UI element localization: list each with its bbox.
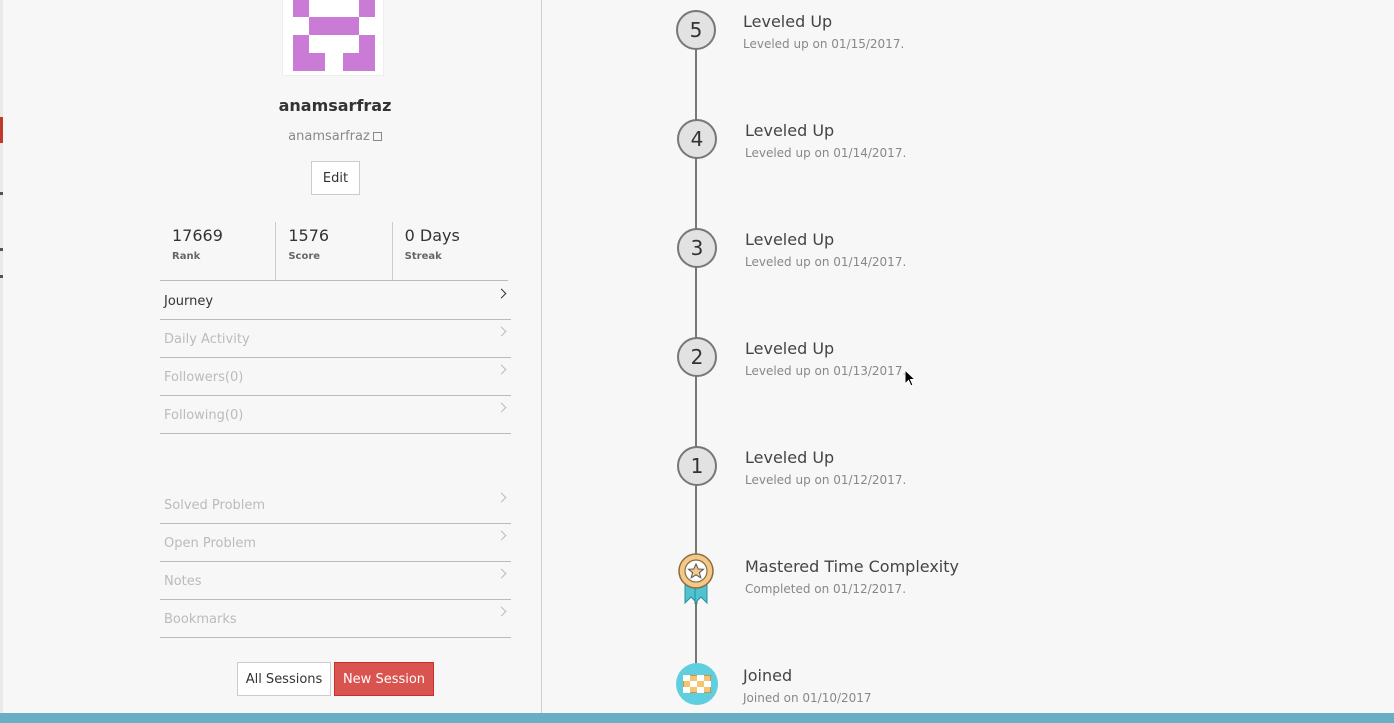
stat-score: 1576 Score [275,222,391,280]
stat-label: Rank [172,251,201,262]
timeline-event-subtitle: Leveled up on 01/14/2017. [745,146,907,160]
menu-item-followers[interactable]: Followers(0) [160,358,511,396]
menu-item-journey[interactable]: Journey [160,282,511,320]
timeline-event-subtitle: Leveled up on 01/14/2017. [745,255,907,269]
bottom-bar [0,713,1394,723]
avatar [282,0,384,76]
chevron-right-icon [496,606,507,617]
menu-item-label: Open Problem [164,536,257,551]
profile-handle-text: anamsarfraz [288,129,370,144]
menu-item-label: Followers(0) [164,370,244,385]
panel-divider [541,0,542,713]
menu-item-following[interactable]: Following(0) [160,396,511,434]
menu-item-bookmarks[interactable]: Bookmarks [160,600,511,638]
edit-profile-button[interactable]: Edit [311,161,360,195]
profile-display-name: anamsarfraz [278,96,392,115]
chevron-right-icon [496,568,507,579]
timeline-event-subtitle: Completed on 01/12/2017. [745,582,907,596]
menu-item-label: Journey [164,294,214,309]
chevron-right-icon [496,364,507,375]
chevron-right-icon [496,402,507,413]
menu-item-daily-activity[interactable]: Daily Activity [160,320,511,358]
level-badge: 2 [677,337,717,377]
profile-stats: 17669 Rank 1576 Score 0 Days Streak [160,222,508,281]
level-badge: 3 [677,228,717,268]
chevron-right-icon [496,530,507,541]
timeline-event-subtitle: Joined on 01/10/2017 [743,691,872,705]
stat-value: 1576 [288,226,330,245]
menu-item-label: Notes [164,574,202,589]
timeline-event-subtitle: Leveled up on 01/13/2017. [745,364,907,378]
chevron-right-icon [496,326,507,337]
timeline-event-title: Leveled Up [743,12,833,31]
mouse-cursor-icon [904,369,916,387]
level-badge: 1 [677,446,717,486]
profile-handle: anamsarfraz [160,129,510,144]
timeline-event-title: Joined [743,666,793,685]
menu-item-label: Bookmarks [164,612,237,627]
chevron-right-icon [496,492,507,503]
stat-rank: 17669 Rank [160,222,275,280]
profile-menu-primary: Journey Daily Activity Followers(0) Foll… [160,282,511,434]
timeline-event-subtitle: Leveled up on 01/12/2017. [745,473,907,487]
stat-label: Score [288,251,321,262]
chevron-right-icon [496,288,507,299]
timeline-event-title: Leveled Up [745,448,835,467]
stat-label: Streak [404,251,442,262]
checkered-flag-icon [683,675,711,693]
menu-item-solved-problem[interactable]: Solved Problem [160,486,511,524]
all-sessions-button[interactable]: All Sessions [237,662,331,696]
joined-flag-icon [676,663,718,705]
menu-item-open-problem[interactable]: Open Problem [160,524,511,562]
stat-streak: 0 Days Streak [391,222,508,280]
timeline-event-title: Leveled Up [745,230,835,249]
timeline-event-title: Leveled Up [745,121,835,140]
medal-icon [678,553,714,605]
stat-value: 17669 [172,226,223,245]
menu-item-label: Daily Activity [164,332,250,347]
level-badge: 4 [677,119,717,159]
level-badge: 5 [676,10,716,50]
checkbox-icon [372,132,382,141]
timeline-event-title: Leveled Up [745,339,835,358]
menu-item-label: Following(0) [164,408,244,423]
new-session-button[interactable]: New Session [334,662,434,696]
profile-menu-secondary: Solved Problem Open Problem Notes Bookma… [160,486,511,638]
menu-item-label: Solved Problem [164,498,266,513]
stat-value: 0 Days [404,226,460,245]
timeline-event-title: Mastered Time Complexity [745,557,959,576]
menu-item-notes[interactable]: Notes [160,562,511,600]
timeline-event-subtitle: Leveled up on 01/15/2017. [743,37,905,51]
